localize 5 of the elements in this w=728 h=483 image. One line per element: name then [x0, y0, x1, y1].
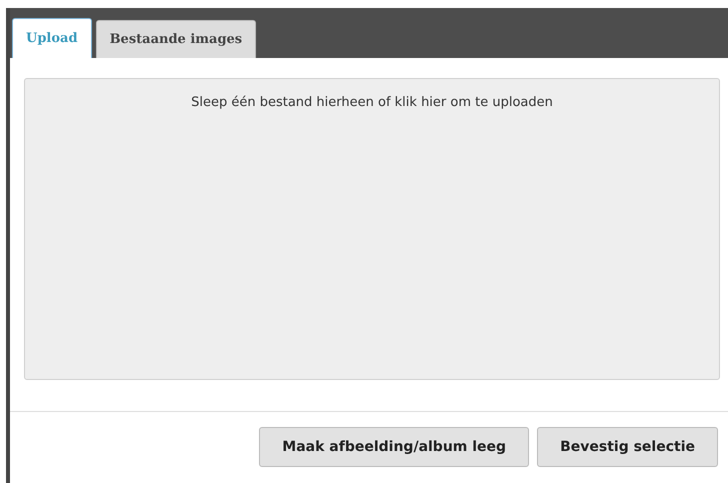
action-button[interactable]: Bevestig selectie	[537, 427, 718, 467]
drop-zone-text: Sleep één bestand hierheen of klik hier om te uploaden	[191, 95, 553, 112]
drop-zone[interactable]: Sleep één bestand hierheen of klik hier om te uploaden	[24, 78, 720, 380]
action-button[interactable]: Maak afbeelding/album leeg	[259, 427, 530, 467]
tab[interactable]: Bestaande images	[96, 20, 256, 58]
